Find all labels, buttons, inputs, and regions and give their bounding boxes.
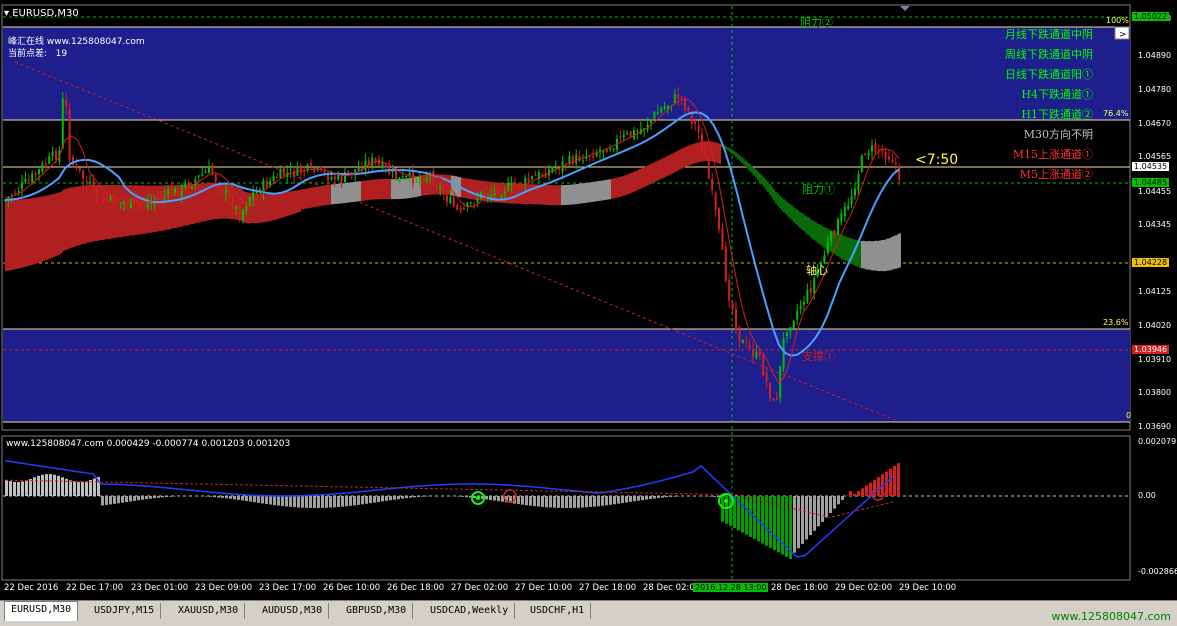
price-tag-low: 1.03946 <box>1132 345 1169 354</box>
support-1-label: 支撑① <box>802 348 835 364</box>
price-chart[interactable]: > <box>0 0 1177 625</box>
svg-text:>: > <box>1119 30 1127 40</box>
ind-axis-bottom: -0.002866 <box>1138 567 1177 576</box>
tab-xauusd-m30[interactable]: XAUUSD,M30 <box>172 603 245 619</box>
price-tick: 1.03910 <box>1138 355 1171 364</box>
status-line: H4下跌通道① <box>1005 85 1093 105</box>
time-tick: 26 Dec 10:00 <box>323 583 380 593</box>
price-tick: 1.03690 <box>1138 422 1171 431</box>
price-tick: 1.04020 <box>1138 321 1171 330</box>
time-tick: 22 Dec 17:00 <box>66 583 123 593</box>
time-tick: 23 Dec 17:00 <box>259 583 316 593</box>
time-tick: 27 Dec 18:00 <box>579 583 636 593</box>
crosshair-time-label: 2016.12.28 13:00 <box>693 583 768 592</box>
tab-usdcad-weekly[interactable]: USDCAD,Weekly <box>424 603 515 619</box>
price-tag-top: 1.05022 <box>1132 12 1169 21</box>
price-tick: 1.04890 <box>1138 51 1171 60</box>
status-line: M15上涨通道① <box>1005 145 1093 165</box>
price-tag-bid: 1.04485 <box>1132 178 1169 187</box>
price-tick: 1.04345 <box>1138 220 1171 229</box>
status-line: 周线下跌通道中阴 <box>1005 45 1093 65</box>
tab-gbpusd-m30[interactable]: GBPUSD,M30 <box>340 603 413 619</box>
tab-audusd-m30[interactable]: AUDUSD,M30 <box>256 603 329 619</box>
price-tick: 1.04125 <box>1138 287 1171 296</box>
fib-76: 76.4% <box>1103 109 1128 118</box>
price-tag-pivot: 1.04228 <box>1132 258 1169 267</box>
status-line: M5上涨通道② <box>1005 165 1093 185</box>
trend-status-panel: 月线下跌通道中阴周线下跌通道中阴日线下跌通道阳①H4下跌通道①H1下跌通道②M3… <box>1005 25 1093 185</box>
resistance-2-label: 阻力② <box>800 14 833 30</box>
time-tick: 27 Dec 02:00 <box>451 583 508 593</box>
tab-usdchf-h1[interactable]: USDCHF,H1 <box>524 603 591 619</box>
time-tick: 23 Dec 01:00 <box>131 583 188 593</box>
spread-row: 当前点差: 19 <box>8 46 67 59</box>
time-tick: 28 Dec 02:00 <box>643 583 700 593</box>
tab-eurusd-m30[interactable]: EURUSD,M30 <box>4 601 78 621</box>
price-tick: 1.04670 <box>1138 119 1171 128</box>
time-tick: 29 Dec 10:00 <box>899 583 956 593</box>
time-tick: 23 Dec 09:00 <box>195 583 252 593</box>
price-tick: 1.03800 <box>1138 388 1171 397</box>
upper-zone <box>3 27 1130 120</box>
bar-countdown: <7:50 <box>915 152 958 168</box>
time-tick: 29 Dec 02:00 <box>835 583 892 593</box>
ind-axis-zero: 0.00 <box>1138 491 1156 500</box>
time-tick: 28 Dec 18:00 <box>771 583 828 593</box>
price-tick: 1.04455 <box>1138 187 1171 196</box>
pivot-label: 轴心 <box>806 262 828 278</box>
price-tick: 1.04565 <box>1138 152 1171 161</box>
status-line: 月线下跌通道中阴 <box>1005 25 1093 45</box>
lower-zone <box>3 329 1130 422</box>
price-tick: 1.04780 <box>1138 85 1171 94</box>
fib-100: 100% <box>1106 16 1129 25</box>
price-tag-current: 1.04535 <box>1132 162 1169 171</box>
chart-title: ▾ EURUSD,M30 <box>4 8 79 19</box>
fib-0: 0 <box>1126 411 1131 420</box>
tab-usdjpy-m15[interactable]: USDJPY,M15 <box>88 603 161 619</box>
time-tick: 22 Dec 2016 <box>4 583 58 593</box>
ind-axis-top: 0.002079 <box>1138 437 1176 446</box>
resistance-1-label: 阻力① <box>802 181 835 197</box>
indicator-header: www.125808047.com 0.000429 -0.000774 0.0… <box>6 439 290 449</box>
watermark: www.125808047.com <box>1052 610 1171 623</box>
chart-tabs: EURUSD,M30 USDJPY,M15 XAUUSD,M30 AUDUSD,M30… <box>0 600 1177 626</box>
time-tick: 27 Dec 10:00 <box>515 583 572 593</box>
fib-23: 23.6% <box>1103 318 1128 327</box>
status-line: M30方向不明 <box>1005 125 1093 145</box>
time-tick: 26 Dec 18:00 <box>387 583 444 593</box>
status-line: H1下跌通道② <box>1005 105 1093 125</box>
status-line: 日线下跌通道阳① <box>1005 65 1093 85</box>
